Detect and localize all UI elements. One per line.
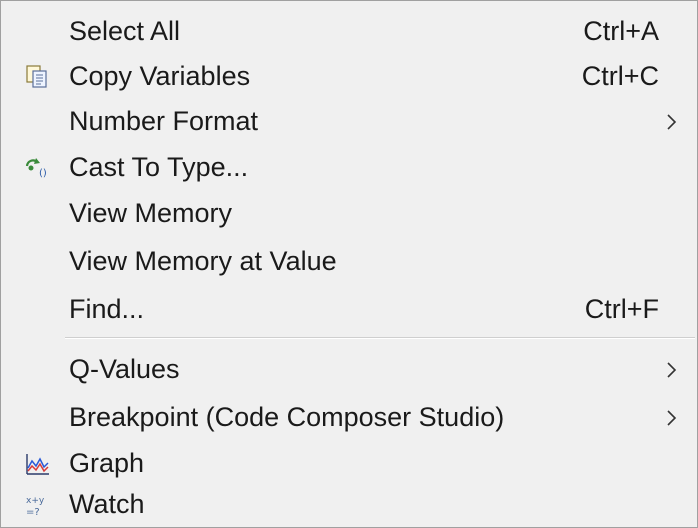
menu-item-label: View Memory at Value [69,246,337,276]
menu-item-shortcut: Ctrl+A [583,16,659,46]
menu-item-view-memory[interactable]: View Memory [1,192,697,236]
svg-text:x+y: x+y [26,496,45,506]
watch-icon: x+y =? [23,491,51,519]
menu-item-q-values[interactable]: Q-Values [1,348,697,392]
menu-item-label: Q-Values [69,354,180,384]
submenu-arrow-icon [663,110,681,134]
menu-item-cast-to-type[interactable]: () Cast To Type... [1,146,697,190]
menu-item-shortcut: Ctrl+C [581,61,659,91]
menu-item-label: Find... [69,294,145,324]
menu-item-graph[interactable]: Graph [1,442,697,486]
menu-item-find[interactable]: Find... Ctrl+F [1,288,697,332]
menu-item-label: Select All [69,16,181,46]
menu-item-label: Graph [69,448,145,478]
menu-item-label: Cast To Type... [69,152,249,182]
cast-icon: () [23,154,51,182]
menu-item-label: Watch [69,489,145,519]
menu-separator [65,337,695,339]
menu-item-shortcut: Ctrl+F [584,294,659,324]
submenu-arrow-icon [663,358,681,382]
svg-text:(): () [39,168,47,179]
svg-text:=?: =? [26,507,40,518]
menu-item-label: Copy Variables [69,61,251,91]
menu-item-view-memory-at-value[interactable]: View Memory at Value [1,240,697,284]
menu-item-select-all[interactable]: Select All Ctrl+A [1,10,697,54]
menu-item-number-format[interactable]: Number Format [1,100,697,144]
menu-item-label: Number Format [69,106,259,136]
menu-item-breakpoint[interactable]: Breakpoint (Code Composer Studio) [1,396,697,440]
context-menu: Select All Ctrl+A Copy Variables Ctrl+C … [0,0,698,528]
menu-item-watch[interactable]: x+y =? Watch [1,483,697,527]
copy-icon [23,63,51,91]
menu-item-label: View Memory [69,198,233,228]
submenu-arrow-icon [663,406,681,430]
graph-icon [23,450,51,478]
menu-item-label: Breakpoint (Code Composer Studio) [69,402,505,432]
menu-item-copy-variables[interactable]: Copy Variables Ctrl+C [1,55,697,99]
